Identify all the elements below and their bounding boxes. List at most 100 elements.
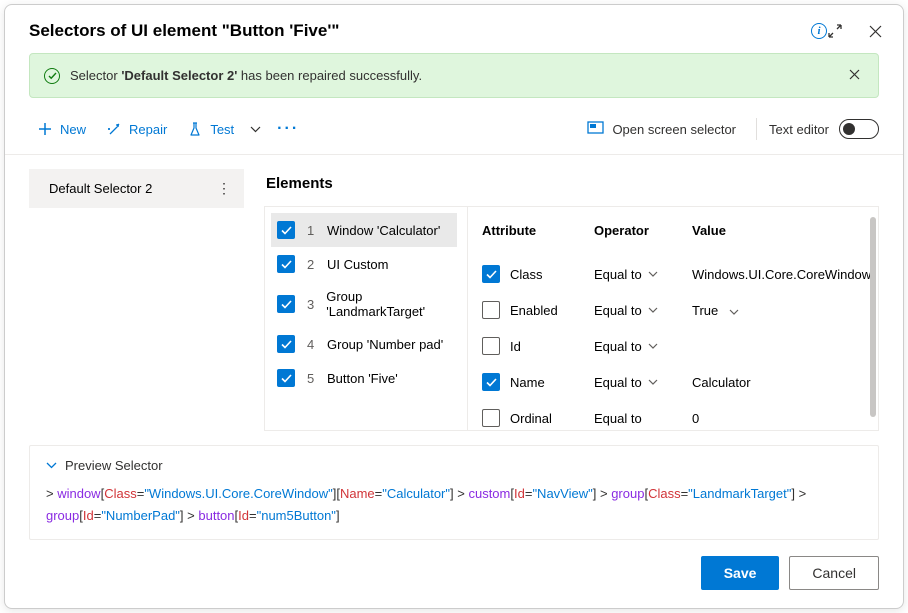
preview-token: "LandmarkTarget" bbox=[688, 486, 791, 501]
attribute-operator: Equal to bbox=[594, 267, 642, 282]
element-index: 2 bbox=[307, 257, 315, 272]
preview-token: "Calculator" bbox=[382, 486, 450, 501]
toolbar-separator bbox=[756, 118, 757, 140]
element-label: Group 'Number pad' bbox=[327, 337, 443, 352]
element-row[interactable]: 1Window 'Calculator' bbox=[271, 213, 457, 247]
chevron-down-icon[interactable] bbox=[648, 269, 658, 280]
element-row[interactable]: 3Group 'LandmarkTarget' bbox=[271, 281, 457, 327]
element-row[interactable]: 4 Group 'Number pad' bbox=[271, 327, 457, 361]
plus-icon bbox=[37, 121, 53, 137]
attribute-row: ClassEqual toWindows.UI.Core.CoreWindow bbox=[482, 256, 872, 292]
open-screen-selector-button[interactable]: Open screen selector bbox=[579, 115, 744, 144]
close-icon[interactable] bbox=[867, 23, 883, 39]
preview-token: group bbox=[611, 486, 644, 501]
elements-list: 1Window 'Calculator' 2 UI Custom 3Group 'La… bbox=[265, 207, 467, 430]
preview-label: Preview Selector bbox=[65, 458, 163, 473]
flask-icon bbox=[187, 121, 203, 137]
repair-button[interactable]: Repair bbox=[98, 115, 175, 143]
col-value-header: Value bbox=[692, 223, 872, 238]
expand-icon[interactable] bbox=[827, 23, 843, 39]
attribute-name: Enabled bbox=[510, 303, 558, 318]
preview-token: > bbox=[46, 486, 57, 501]
element-checkbox[interactable] bbox=[277, 369, 295, 387]
preview-token: ] bbox=[336, 508, 340, 523]
element-row[interactable]: 2 UI Custom bbox=[271, 247, 457, 281]
attribute-checkbox[interactable] bbox=[482, 337, 500, 355]
dialog-title: Selectors of UI element "Button 'Five'" bbox=[29, 21, 801, 41]
text-editor-label: Text editor bbox=[769, 122, 829, 137]
element-checkbox[interactable] bbox=[277, 295, 295, 313]
selectors-list: Default Selector 2 ⋮ bbox=[29, 169, 244, 431]
attribute-name: Ordinal bbox=[510, 411, 552, 426]
attribute-checkbox[interactable] bbox=[482, 373, 500, 391]
new-label: New bbox=[60, 122, 86, 137]
new-button[interactable]: New bbox=[29, 115, 94, 143]
info-icon[interactable]: i bbox=[811, 23, 827, 39]
preview-token: > bbox=[454, 486, 469, 501]
chevron-down-icon[interactable] bbox=[729, 307, 739, 318]
test-button[interactable]: Test bbox=[179, 115, 242, 143]
repair-label: Repair bbox=[129, 122, 167, 137]
preview-token: "Windows.UI.Core.CoreWindow" bbox=[144, 486, 332, 501]
preview-token: Id bbox=[83, 508, 94, 523]
preview-token: "num5Button" bbox=[257, 508, 336, 523]
attribute-checkbox[interactable] bbox=[482, 265, 500, 283]
attribute-row: Ordinal Equal to 0 bbox=[482, 400, 872, 430]
attribute-value: 0 bbox=[692, 411, 699, 426]
toolbar: New Repair Test ··· Open screen selector… bbox=[5, 108, 903, 155]
attribute-operator: Equal to bbox=[594, 339, 642, 354]
success-check-icon bbox=[44, 68, 60, 84]
preview-token: = bbox=[249, 508, 257, 523]
preview-token: "NumberPad" bbox=[101, 508, 180, 523]
attribute-operator: Equal to bbox=[594, 411, 642, 426]
open-selector-label: Open screen selector bbox=[612, 122, 736, 137]
preview-token: > bbox=[795, 486, 806, 501]
preview-selector-text: > window[Class="Windows.UI.Core.CoreWind… bbox=[46, 483, 862, 527]
preview-token: group bbox=[46, 508, 79, 523]
attribute-checkbox[interactable] bbox=[482, 409, 500, 427]
notification-close-icon[interactable] bbox=[845, 64, 864, 87]
save-button[interactable]: Save bbox=[701, 556, 780, 590]
element-checkbox[interactable] bbox=[277, 221, 295, 239]
more-actions-icon[interactable]: ··· bbox=[269, 114, 307, 144]
attribute-row: Id Equal to bbox=[482, 328, 872, 364]
preview-token: Id bbox=[514, 486, 525, 501]
attribute-value: True bbox=[692, 303, 718, 318]
element-index: 4 bbox=[307, 337, 315, 352]
chevron-down-icon bbox=[46, 462, 57, 469]
preview-token: button bbox=[198, 508, 234, 523]
preview-selector-panel: Preview Selector > window[Class="Windows… bbox=[29, 445, 879, 540]
chevron-down-icon[interactable] bbox=[648, 377, 658, 388]
attribute-row: NameEqual toCalculator bbox=[482, 364, 872, 400]
attribute-operator: Equal to bbox=[594, 303, 642, 318]
preview-toggle[interactable]: Preview Selector bbox=[46, 458, 862, 473]
chevron-down-icon[interactable] bbox=[648, 341, 658, 352]
selector-item[interactable]: Default Selector 2 ⋮ bbox=[29, 169, 244, 208]
element-label: Button 'Five' bbox=[327, 371, 398, 386]
scrollbar[interactable] bbox=[870, 217, 876, 417]
titlebar: Selectors of UI element "Button 'Five'" … bbox=[5, 5, 903, 53]
notification-message: Selector 'Default Selector 2' has been r… bbox=[70, 68, 845, 83]
test-dropdown-chevron[interactable] bbox=[246, 114, 265, 144]
screen-icon bbox=[587, 121, 604, 138]
attribute-value: Calculator bbox=[692, 375, 751, 390]
element-row[interactable]: 5Button 'Five' bbox=[271, 361, 457, 395]
selector-dialog: Selectors of UI element "Button 'Five'" … bbox=[4, 4, 904, 609]
attribute-checkbox[interactable] bbox=[482, 301, 500, 319]
selector-item-menu-icon[interactable]: ⋮ bbox=[215, 182, 232, 194]
wand-icon bbox=[106, 121, 122, 137]
preview-token: "NavView" bbox=[532, 486, 592, 501]
attributes-panel: Attribute Operator Value ClassEqual toWi… bbox=[467, 207, 878, 430]
element-label: UI Custom bbox=[327, 257, 388, 272]
test-label: Test bbox=[210, 122, 234, 137]
cancel-button[interactable]: Cancel bbox=[789, 556, 879, 590]
preview-token: > bbox=[184, 508, 199, 523]
preview-token: Name bbox=[340, 486, 375, 501]
element-checkbox[interactable] bbox=[277, 255, 295, 273]
attribute-name: Id bbox=[510, 339, 521, 354]
preview-token: > bbox=[596, 486, 611, 501]
element-index: 1 bbox=[307, 223, 315, 238]
element-checkbox[interactable] bbox=[277, 335, 295, 353]
chevron-down-icon[interactable] bbox=[648, 305, 658, 316]
text-editor-toggle[interactable] bbox=[839, 119, 879, 139]
